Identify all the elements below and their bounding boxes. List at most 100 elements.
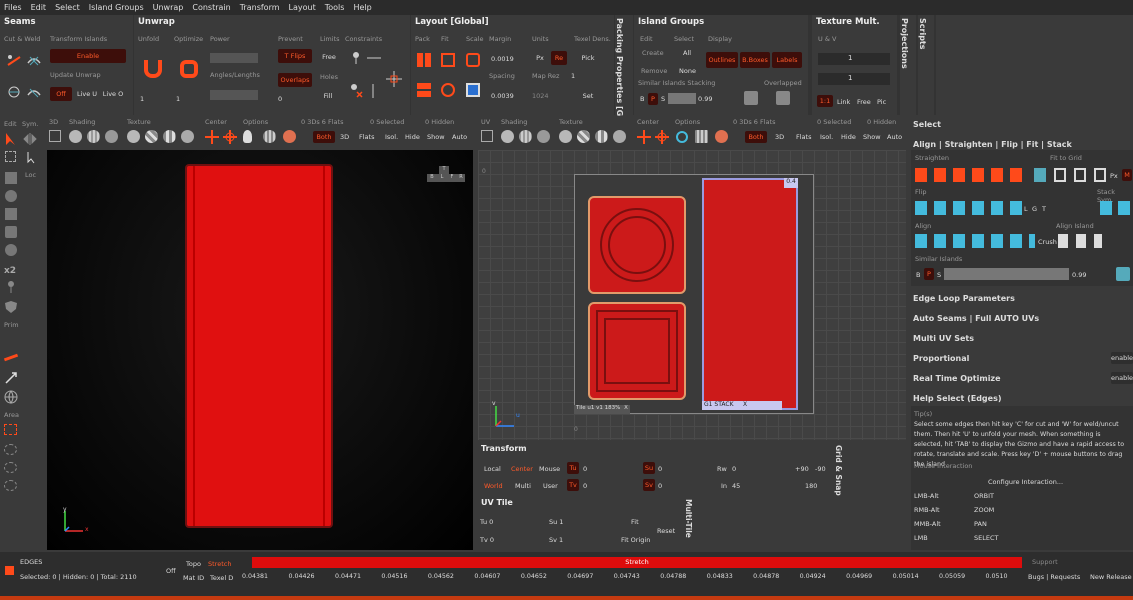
rto-enable-button[interactable]: enable — [1111, 372, 1133, 384]
straight-constraint-icon[interactable] — [368, 83, 378, 99]
proportional-section[interactable]: Proportional — [913, 354, 969, 363]
flip-l-button[interactable]: L — [1024, 205, 1028, 213]
uv-shading-flat-icon[interactable] — [537, 130, 550, 143]
ig-p-button[interactable]: P — [648, 93, 658, 105]
sphere-tool-icon[interactable] — [5, 190, 17, 202]
margin-value[interactable]: 0.0019 — [491, 55, 514, 63]
enable-button[interactable]: Enable — [50, 49, 126, 63]
in-value[interactable]: 45 — [732, 482, 740, 490]
grid-snap-tab[interactable]: Grid & Snap — [834, 442, 848, 502]
local-button[interactable]: Local — [484, 465, 501, 473]
uvtile-fit-origin-button[interactable]: Fit Origin — [621, 536, 650, 544]
overlaps-button[interactable]: Overlaps — [278, 73, 312, 87]
world-button[interactable]: World — [484, 482, 503, 490]
menu-select[interactable]: Select — [55, 3, 80, 12]
cube-tool-icon[interactable] — [5, 226, 17, 238]
fit-grid-icon-4[interactable] — [1094, 168, 1106, 182]
flip-t-button[interactable]: T — [1042, 205, 1046, 213]
menu-constrain[interactable]: Constrain — [192, 3, 230, 12]
overlapped-icon[interactable] — [776, 91, 790, 105]
topo-button[interactable]: Topo — [186, 560, 201, 568]
fit-m-button[interactable]: M — [1122, 169, 1132, 181]
multi-uv-sets-section[interactable]: Multi UV Sets — [913, 334, 974, 343]
user-button[interactable]: User — [543, 482, 558, 490]
cut-icon[interactable] — [6, 53, 22, 67]
shield-icon[interactable] — [4, 300, 18, 314]
uv-shading-wire-icon[interactable] — [519, 130, 532, 143]
weld-icon[interactable] — [26, 53, 42, 67]
u-mult-input[interactable]: 1 — [818, 53, 890, 65]
fit-px-button[interactable]: Px — [1110, 172, 1118, 180]
configure-interaction-button[interactable]: Configure Interaction... — [988, 478, 1063, 486]
menu-tools[interactable]: Tools — [325, 3, 345, 12]
shading-smooth-icon[interactable] — [69, 130, 82, 143]
uv-texture-checker-icon[interactable] — [577, 130, 590, 143]
stack-icon[interactable] — [744, 91, 758, 105]
straighten-icons[interactable] — [915, 168, 1025, 182]
menu-help[interactable]: Help — [353, 3, 371, 12]
uv-isol-button[interactable]: Isol. — [820, 133, 833, 141]
multi-tile-tab[interactable]: Multi-Tile — [684, 496, 698, 550]
shading-flat-icon[interactable] — [105, 130, 118, 143]
real-time-optimize-section[interactable]: Real Time Optimize — [913, 374, 1001, 383]
prevent-value[interactable]: 0 — [278, 95, 282, 103]
sv-value[interactable]: 0 — [658, 482, 662, 490]
uvtile-fit-button[interactable]: Fit — [631, 518, 639, 526]
ig-remove-button[interactable]: Remove — [641, 67, 667, 75]
uv-show-button[interactable]: Show — [863, 133, 881, 141]
angles-slider[interactable] — [210, 90, 258, 100]
uv-texture-none-icon[interactable] — [559, 130, 572, 143]
scripts-tab[interactable]: Scripts — [918, 15, 934, 115]
lasso-icon[interactable] — [4, 444, 17, 455]
cut-loop-icon[interactable] — [6, 85, 22, 99]
3d-viewport[interactable]: T B L F R y x — [47, 150, 473, 550]
ig-all-button[interactable]: All — [683, 49, 691, 57]
menu-unwrap[interactable]: Unwrap — [153, 3, 184, 12]
center-all-icon[interactable] — [223, 130, 237, 144]
select-arrow-icon[interactable] — [4, 132, 18, 146]
su-value[interactable]: 0 — [658, 465, 662, 473]
labels-button[interactable]: Labels — [772, 52, 802, 68]
uvtile-reset-button[interactable]: Reset — [657, 527, 675, 535]
rotate-180-button[interactable]: 180 — [805, 482, 817, 490]
live-u-button[interactable]: Live U — [75, 87, 99, 101]
similar-p-button[interactable]: P — [924, 268, 934, 280]
similar-s-button[interactable]: S — [937, 271, 941, 279]
plane-tool-icon[interactable] — [5, 208, 17, 220]
uv-shading-smooth-icon[interactable] — [501, 130, 514, 143]
flats-button[interactable]: Flats — [359, 133, 374, 141]
uv-island-cap-top[interactable] — [588, 196, 686, 294]
tu-value[interactable]: 0 — [583, 465, 587, 473]
t-flips-button[interactable]: T Flips — [278, 49, 312, 63]
menu-edit[interactable]: Edit — [31, 3, 47, 12]
uvtile-su-field[interactable]: Su 1 — [549, 518, 563, 526]
pin-tool-icon[interactable] — [5, 280, 17, 294]
stacking-value[interactable]: 0.99 — [698, 95, 712, 103]
uv-options-grid-icon[interactable] — [695, 130, 708, 143]
units-re-button[interactable]: Re — [551, 51, 567, 65]
align-icons[interactable] — [915, 234, 1035, 248]
menu-files[interactable]: Files — [4, 3, 22, 12]
rotate-plus90-button[interactable]: +90 — [795, 465, 809, 473]
similar-slider[interactable] — [944, 268, 1069, 280]
holes-fill-button[interactable]: Fill — [320, 90, 336, 102]
rotate-minus90-button[interactable]: -90 — [815, 465, 826, 473]
similar-b-button[interactable]: B — [916, 271, 920, 279]
symmetry-icon[interactable] — [23, 132, 37, 146]
uv-island-body[interactable] — [702, 178, 798, 410]
outlines-button[interactable]: Outlines — [706, 52, 738, 68]
pick-button[interactable]: Pick — [577, 51, 599, 65]
unfold-icon[interactable] — [144, 60, 162, 78]
auto-seams-section[interactable]: Auto Seams | Full AUTO UVs — [913, 314, 1039, 323]
menu-layout[interactable]: Layout — [289, 3, 316, 12]
texture-none-icon[interactable] — [127, 130, 140, 143]
center-selection-icon[interactable] — [205, 130, 219, 144]
uv-texture-custom-icon[interactable] — [613, 130, 626, 143]
weld-loop-icon[interactable] — [26, 85, 42, 99]
area-select-icon[interactable] — [4, 424, 17, 435]
menu-transform[interactable]: Transform — [240, 3, 280, 12]
center-button[interactable]: Center — [511, 465, 533, 473]
uv-hide-button[interactable]: Hide — [841, 133, 856, 141]
texel-density-button[interactable]: Texel D — [210, 574, 233, 582]
fit-grid-icon-1[interactable] — [1034, 168, 1046, 182]
